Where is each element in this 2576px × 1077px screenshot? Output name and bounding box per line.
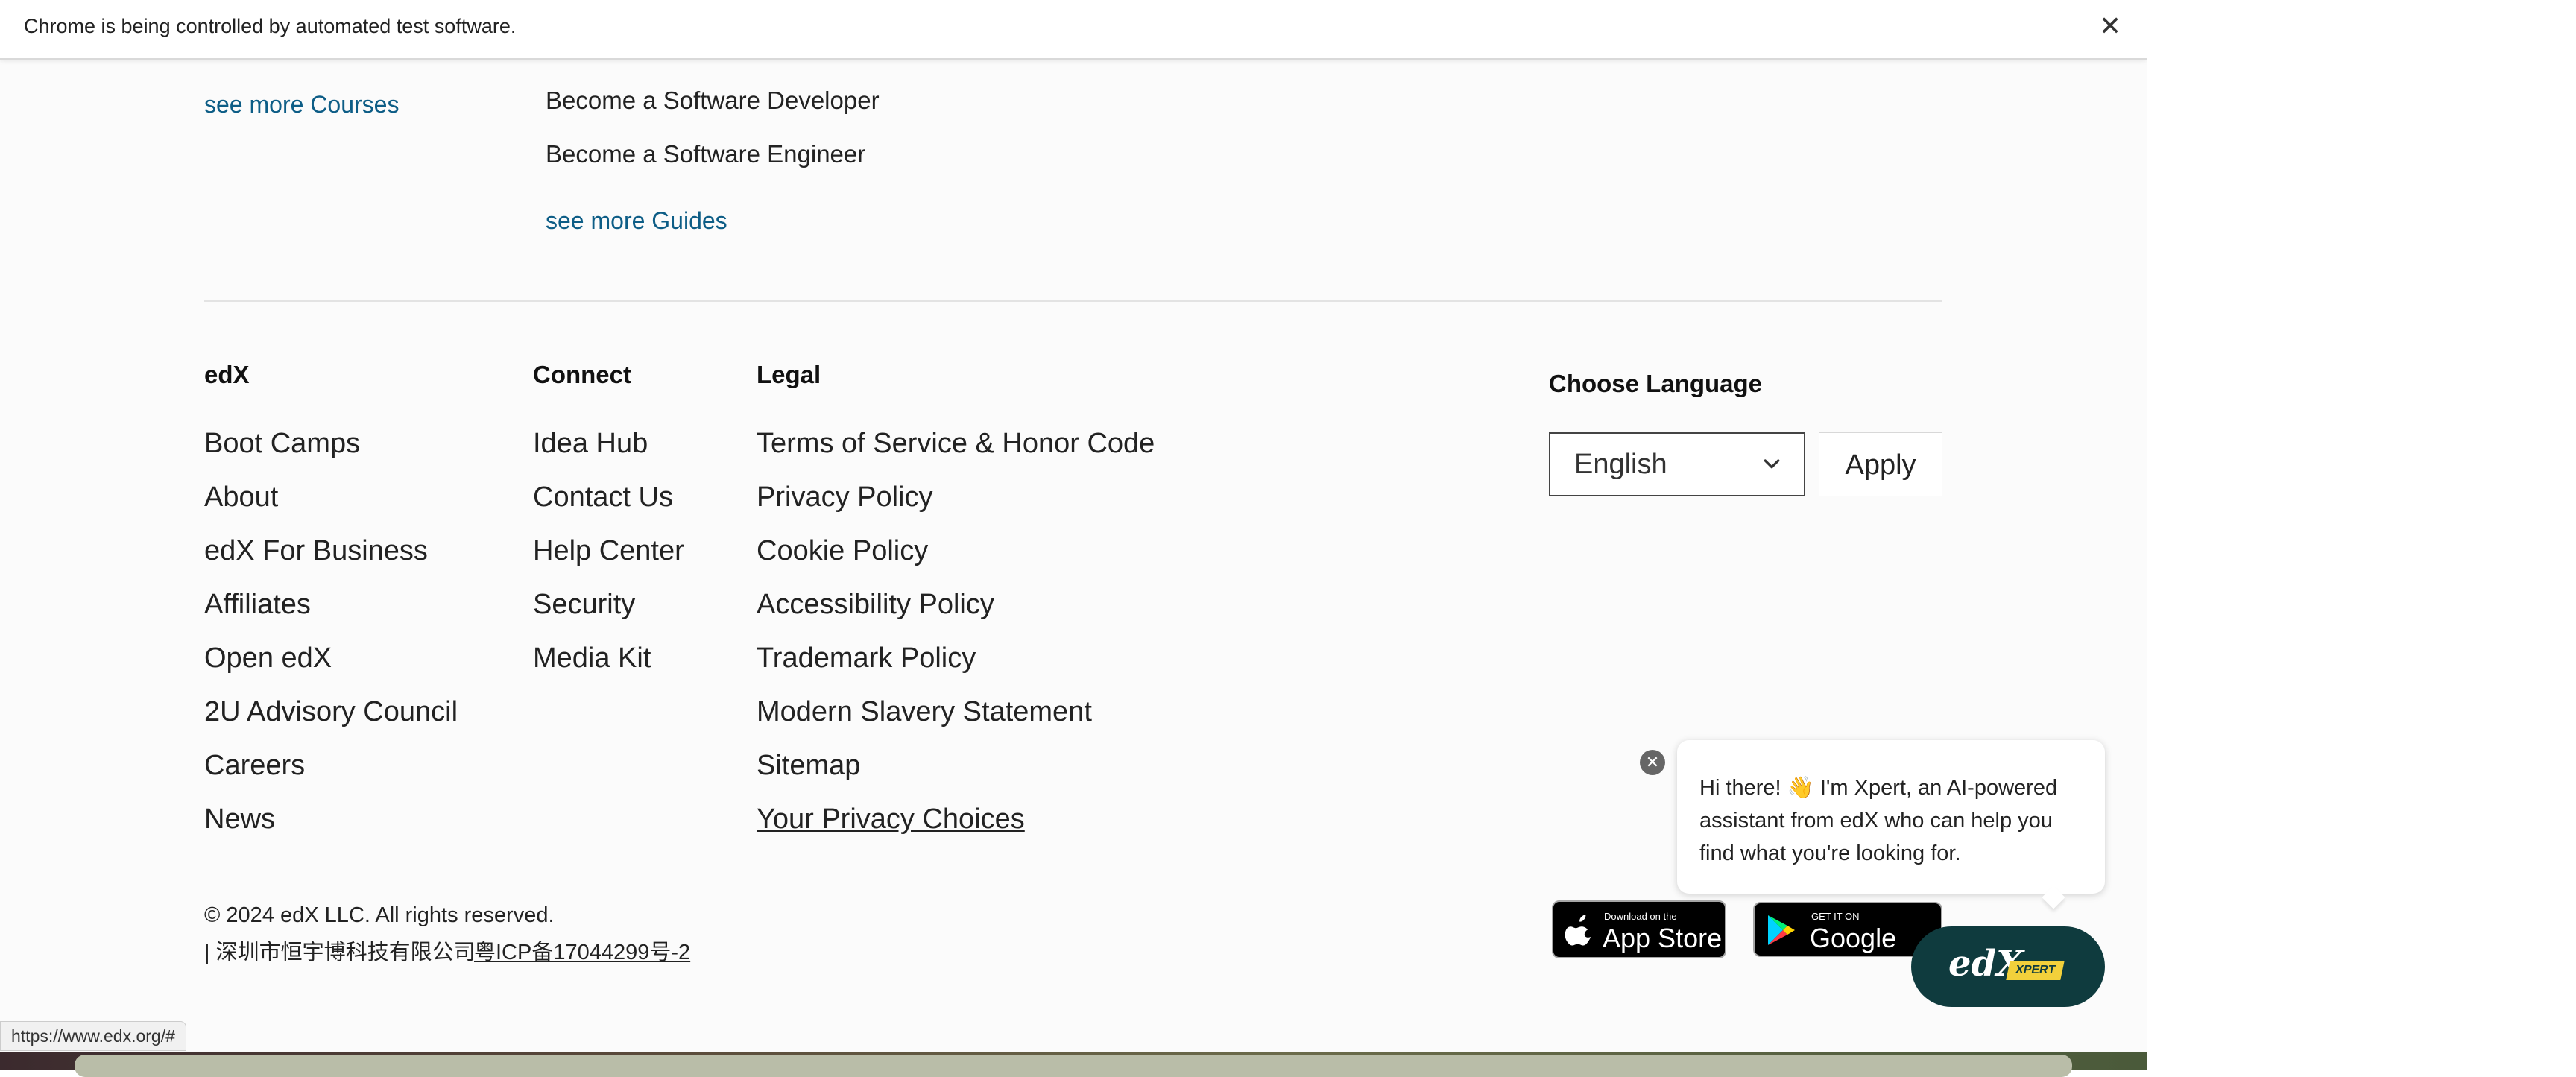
google-play-small-text: GET IT ON	[1811, 911, 1860, 922]
infobar-message: Chrome is being controlled by automated …	[24, 15, 517, 37]
footer-link-contact-us[interactable]: Contact Us	[533, 481, 673, 514]
xpert-launcher-button[interactable]: edX XPERT	[1911, 926, 2105, 1007]
google-play-badge[interactable]: GET IT ON Google Play	[1753, 902, 1942, 957]
footer-link-boot-camps[interactable]: Boot Camps	[204, 428, 360, 460]
footer-heading-edx: edX	[204, 361, 250, 388]
icp-company: | 深圳市恒宇博科技有限公司	[204, 941, 476, 964]
footer-link-accessibility-policy[interactable]: Accessibility Policy	[757, 589, 994, 621]
close-bubble-icon[interactable]: ✕	[1640, 750, 1665, 775]
status-bar-url: https://www.edx.org/#	[0, 1021, 186, 1051]
footer-link-about[interactable]: About	[204, 481, 278, 514]
xpert-tag: XPERT	[2006, 961, 2065, 980]
guide-link-software-developer[interactable]: Become a Software Developer	[546, 86, 880, 115]
footer-link-open-edx[interactable]: Open edX	[204, 642, 332, 675]
footer-link-news[interactable]: News	[204, 803, 275, 836]
see-more-guides-link[interactable]: see more Guides	[546, 207, 727, 235]
footer-link-2u-advisory-council[interactable]: 2U Advisory Council	[204, 696, 458, 728]
footer-link-edx-for-business[interactable]: edX For Business	[204, 535, 428, 567]
footer-link-modern-slavery-statement[interactable]: Modern Slavery Statement	[757, 696, 1092, 728]
app-store-small-text: Download on the	[1604, 911, 1677, 922]
xpert-bubble-text: Hi there! 👋 I'm Xpert, an AI-powered ass…	[1699, 776, 2058, 865]
chevron-down-icon	[1764, 459, 1780, 469]
guide-link-software-engineer[interactable]: Become a Software Engineer	[546, 140, 865, 168]
language-select[interactable]: English	[1549, 432, 1805, 496]
footer-link-help-center[interactable]: Help Center	[533, 535, 684, 567]
google-play-icon	[1768, 915, 1795, 945]
apply-language-button[interactable]: Apply	[1819, 432, 1942, 496]
close-icon[interactable]: ✕	[2099, 10, 2121, 42]
dock	[75, 1055, 2072, 1077]
footer-link-terms-of-service[interactable]: Terms of Service & Honor Code	[757, 428, 1155, 460]
footer-link-media-kit[interactable]: Media Kit	[533, 642, 651, 675]
app-store-badge[interactable]: Download on the App Store	[1552, 900, 1726, 958]
footer-link-trademark-policy[interactable]: Trademark Policy	[757, 642, 976, 675]
app-store-big-text: App Store	[1603, 923, 1723, 953]
xpert-chat-bubble[interactable]: Hi there! 👋 I'm Xpert, an AI-powered ass…	[1677, 740, 2105, 909]
footer-heading-legal: Legal	[757, 361, 821, 388]
icp-license-link[interactable]: 粤ICP备17044299号-2	[474, 935, 690, 966]
footer-link-affiliates[interactable]: Affiliates	[204, 589, 311, 621]
footer-link-your-privacy-choices[interactable]: Your Privacy Choices	[757, 803, 1025, 836]
footer-link-privacy-policy[interactable]: Privacy Policy	[757, 481, 933, 514]
footer-divider	[204, 300, 1942, 302]
copyright-text: © 2024 edX LLC. All rights reserved.	[204, 903, 555, 927]
footer-link-careers[interactable]: Careers	[204, 750, 305, 782]
bubble-tail	[2042, 885, 2065, 909]
see-more-courses-link[interactable]: see more Courses	[204, 91, 399, 119]
apple-icon	[1565, 915, 1591, 946]
desktop-background	[0, 1052, 2147, 1077]
footer-link-cookie-policy[interactable]: Cookie Policy	[757, 535, 928, 567]
footer-link-sitemap[interactable]: Sitemap	[757, 750, 860, 782]
footer-heading-connect: Connect	[533, 361, 631, 388]
footer-link-security[interactable]: Security	[533, 589, 635, 621]
browser-window: Chrome is being controlled by automated …	[0, 0, 2147, 1052]
automation-infobar: Chrome is being controlled by automated …	[0, 0, 2147, 60]
choose-language-heading: Choose Language	[1549, 370, 1763, 397]
footer-link-idea-hub[interactable]: Idea Hub	[533, 428, 648, 460]
language-select-value: English	[1574, 449, 1667, 480]
